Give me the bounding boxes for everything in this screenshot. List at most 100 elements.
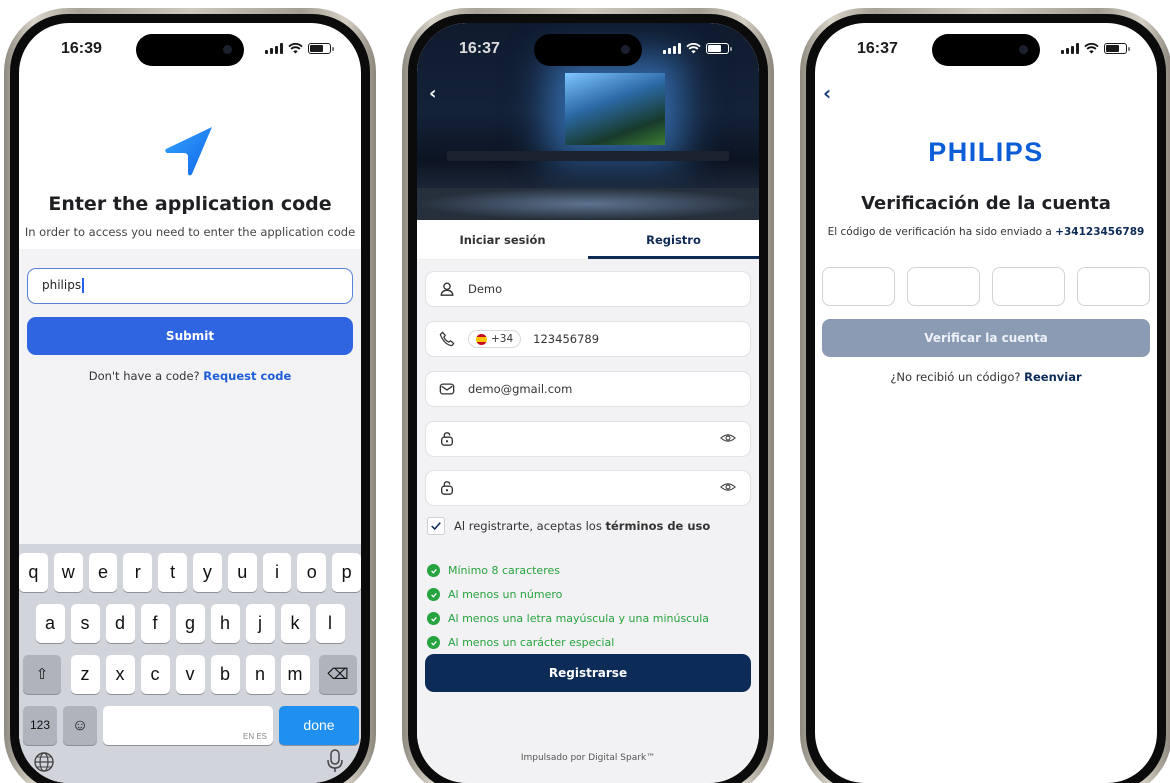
key-e[interactable]: e <box>88 553 118 592</box>
check-circle-icon <box>427 612 440 625</box>
tab-login[interactable]: Iniciar sesión <box>417 220 588 259</box>
application-code-input[interactable]: philips <box>27 268 353 304</box>
numbers-key[interactable]: 123 <box>23 706 57 745</box>
key-a[interactable]: a <box>35 604 65 643</box>
resend-text: ¿No recibió un código? <box>890 370 1021 384</box>
check-circle-icon <box>427 588 440 601</box>
emoji-key[interactable]: ☺ <box>63 706 97 745</box>
phone-number: +34123456789 <box>1055 226 1145 238</box>
microphone-icon[interactable] <box>327 749 343 773</box>
key-r[interactable]: r <box>123 553 153 592</box>
shift-key[interactable]: ⇧ <box>23 655 61 694</box>
key-j[interactable]: j <box>245 604 275 643</box>
otp-digit-3[interactable] <box>992 267 1065 306</box>
space-key[interactable]: EN ES <box>103 706 273 745</box>
password-rule-text: Mínimo 8 caracteres <box>448 564 560 577</box>
terms-link[interactable]: términos de uso <box>606 519 711 533</box>
powered-by-footer: Impulsado por Digital Spark™ <box>520 753 656 763</box>
country-code-selector[interactable]: +34 <box>468 330 522 348</box>
key-u[interactable]: u <box>227 553 257 592</box>
auth-tabs: Iniciar sesión Registro <box>417 220 759 260</box>
key-o[interactable]: o <box>297 553 327 592</box>
key-t[interactable]: t <box>158 553 187 592</box>
terms-checkbox[interactable] <box>427 517 445 535</box>
phone-icon <box>438 330 456 348</box>
key-l[interactable]: l <box>315 604 345 643</box>
key-i[interactable]: i <box>262 553 292 592</box>
app-code-screen: 16:39 Enter the application code In orde… <box>19 23 361 783</box>
page-title: Verificación de la cuenta <box>861 193 1111 214</box>
key-y[interactable]: y <box>193 553 222 592</box>
key-m[interactable]: m <box>280 655 310 694</box>
phone-frame-1: 16:39 Enter the application code In orde… <box>4 8 376 783</box>
wifi-icon <box>1084 43 1099 54</box>
key-n[interactable]: n <box>245 655 275 694</box>
otp-inputs <box>822 267 1150 306</box>
key-k[interactable]: k <box>280 604 310 643</box>
back-chevron-icon[interactable]: ‹ <box>429 83 436 104</box>
register-button[interactable]: Registrarse <box>425 654 751 692</box>
name-field[interactable]: Demo <box>425 271 751 307</box>
request-code-link[interactable]: Request code <box>203 369 291 383</box>
otp-digit-2[interactable] <box>907 267 980 306</box>
wifi-icon <box>288 43 303 54</box>
phone-frame-3: 16:37 ‹ PHILIPS Verificación de la cuent… <box>800 8 1170 783</box>
signal-icon <box>663 43 681 54</box>
password-rule-text: Al menos una letra mayúscula y una minús… <box>448 612 709 625</box>
globe-icon[interactable] <box>33 751 55 773</box>
user-icon <box>438 280 456 298</box>
otp-digit-4[interactable] <box>1077 267 1150 306</box>
key-x[interactable]: x <box>105 655 135 694</box>
confirm-password-field[interactable] <box>425 470 751 506</box>
tv-illustration <box>565 73 665 145</box>
key-p[interactable]: p <box>332 553 361 592</box>
eye-icon[interactable] <box>720 430 738 448</box>
status-time: 16:39 <box>61 40 102 57</box>
eye-icon[interactable] <box>720 479 738 497</box>
back-chevron-icon[interactable]: ‹ <box>823 81 831 105</box>
key-f[interactable]: f <box>140 604 170 643</box>
password-field[interactable] <box>425 421 751 457</box>
password-rule: Al menos un carácter especial <box>427 636 614 649</box>
tab-register[interactable]: Registro <box>588 220 759 259</box>
check-icon <box>431 522 441 531</box>
key-c[interactable]: c <box>140 655 170 694</box>
no-code-text: Don't have a code? <box>88 369 200 383</box>
email-field[interactable]: demo@gmail.com <box>425 371 751 407</box>
wifi-icon <box>686 43 701 54</box>
password-rule: Al menos una letra mayúscula y una minús… <box>427 612 709 625</box>
verify-account-button[interactable]: Verificar la cuenta <box>822 319 1150 357</box>
password-rule: Al menos un número <box>427 588 562 601</box>
otp-digit-1[interactable] <box>822 267 895 306</box>
spain-flag-icon <box>476 333 487 345</box>
lock-icon <box>438 430 456 448</box>
app-logo-icon <box>165 127 212 176</box>
dynamic-island <box>932 34 1040 66</box>
keyboard-language: EN ES <box>242 732 267 741</box>
name-value: Demo <box>468 282 503 296</box>
signal-icon <box>265 43 283 54</box>
key-v[interactable]: v <box>175 655 205 694</box>
key-g[interactable]: g <box>175 604 205 643</box>
on-screen-keyboard: qwertyuiop asdfghjkl ⇧ zxcvbnm ⌫ 123 ☺ E… <box>19 544 361 783</box>
registration-screen: 16:37 ‹ Iniciar sesión Registro Demo +34 <box>417 23 759 783</box>
key-d[interactable]: d <box>105 604 135 643</box>
phone-field[interactable]: +34 123456789 <box>425 321 751 357</box>
request-code-line: Don't have a code? Request code <box>19 369 361 383</box>
dynamic-island <box>534 34 642 66</box>
email-value: demo@gmail.com <box>468 382 573 396</box>
status-time: 16:37 <box>857 40 898 57</box>
key-b[interactable]: b <box>210 655 240 694</box>
key-z[interactable]: z <box>70 655 100 694</box>
key-q[interactable]: q <box>19 553 48 592</box>
key-h[interactable]: h <box>210 604 240 643</box>
submit-button[interactable]: Submit <box>27 317 353 355</box>
done-key[interactable]: done <box>279 706 359 745</box>
check-circle-icon <box>427 636 440 649</box>
key-w[interactable]: w <box>53 553 83 592</box>
resend-link[interactable]: Reenviar <box>1024 370 1082 384</box>
key-s[interactable]: s <box>70 604 100 643</box>
delete-key[interactable]: ⌫ <box>319 655 357 694</box>
status-time: 16:37 <box>459 40 500 57</box>
password-rule-text: Al menos un carácter especial <box>448 636 615 649</box>
